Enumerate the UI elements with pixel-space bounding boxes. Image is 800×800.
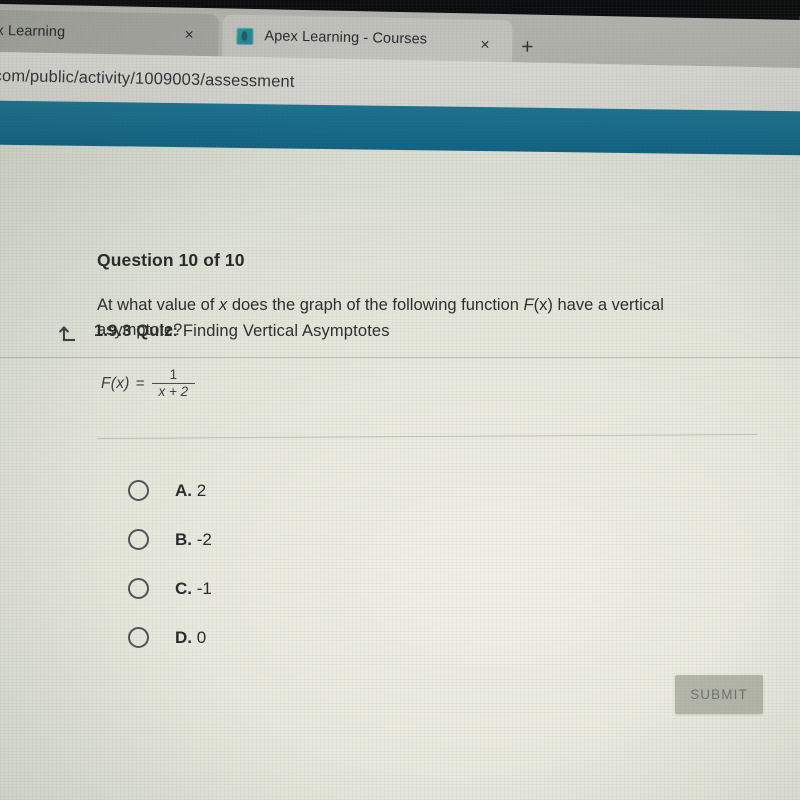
answer-choices: A. 2 B. -2 C. -1 D. 0 [128,466,212,662]
answer-choice-a[interactable]: A. 2 [128,466,212,515]
radio-button-b[interactable] [128,529,149,550]
screen-surface: x Learning × Apex Learning - Courses × +… [0,0,800,800]
radio-button-c[interactable] [128,578,149,599]
close-icon[interactable]: × [480,37,490,54]
choice-letter: D. [175,627,192,647]
close-icon[interactable]: × [184,27,194,44]
apex-favicon-icon [236,27,254,45]
choice-letter: A. [175,480,192,500]
answer-choice-b[interactable]: B. -2 [128,515,212,564]
choice-value: 2 [196,480,207,500]
choice-letter: C. [175,578,192,598]
prompt-segment: At what value of [97,296,219,314]
fraction-denominator: x + 2 [158,384,189,400]
return-arrow-icon[interactable] [56,320,80,344]
title-divider [0,357,800,358]
choice-value: -1 [196,578,212,598]
choice-value: 0 [196,627,207,647]
radio-button-a[interactable] [128,480,149,501]
choice-letter: B. [175,529,192,549]
content-divider [97,433,757,440]
quiz-title-bar: 1.9.3 Quiz: Finding Vertical Asymptotes [0,152,800,358]
prompt-segment: does the graph of the following function [227,296,524,314]
answer-label-d: D. 0 [175,628,206,648]
question-counter: Question 10 of 10 [97,250,245,270]
question-prompt: At what value of x does the graph of the… [97,293,697,343]
radio-button-d[interactable] [128,627,149,648]
formula-equals: = [135,375,145,393]
answer-choice-c[interactable]: C. -1 [128,564,212,613]
fraction-numerator: 1 [169,367,178,382]
prompt-function-arg: (x) [533,296,553,314]
browser-tab-title: Apex Learning - Courses [264,28,428,48]
app-header-band [0,100,800,156]
formula-lhs: F(x) [101,374,130,392]
browser-tab-active[interactable]: Apex Learning - Courses [222,14,513,63]
browser-tab-title: x Learning [0,22,66,41]
address-bar-url: com/public/activity/1009003/assessment [0,66,295,91]
choice-value: -2 [196,529,212,549]
prompt-function-F: F [523,296,534,314]
submit-button[interactable]: SUBMIT [675,675,763,714]
new-tab-button[interactable]: + [521,35,534,58]
formula-fraction: 1 x + 2 [151,367,196,400]
answer-choice-d[interactable]: D. 0 [128,613,212,662]
prompt-variable-x: x [219,296,228,314]
answer-label-b: B. -2 [175,530,212,550]
question-formula: F(x) = 1 x + 2 [101,367,196,400]
submit-button-label: SUBMIT [690,687,748,702]
answer-label-c: C. -1 [175,579,212,599]
answer-label-a: A. 2 [175,481,206,501]
browser-chrome: x Learning × Apex Learning - Courses × +… [0,3,800,117]
